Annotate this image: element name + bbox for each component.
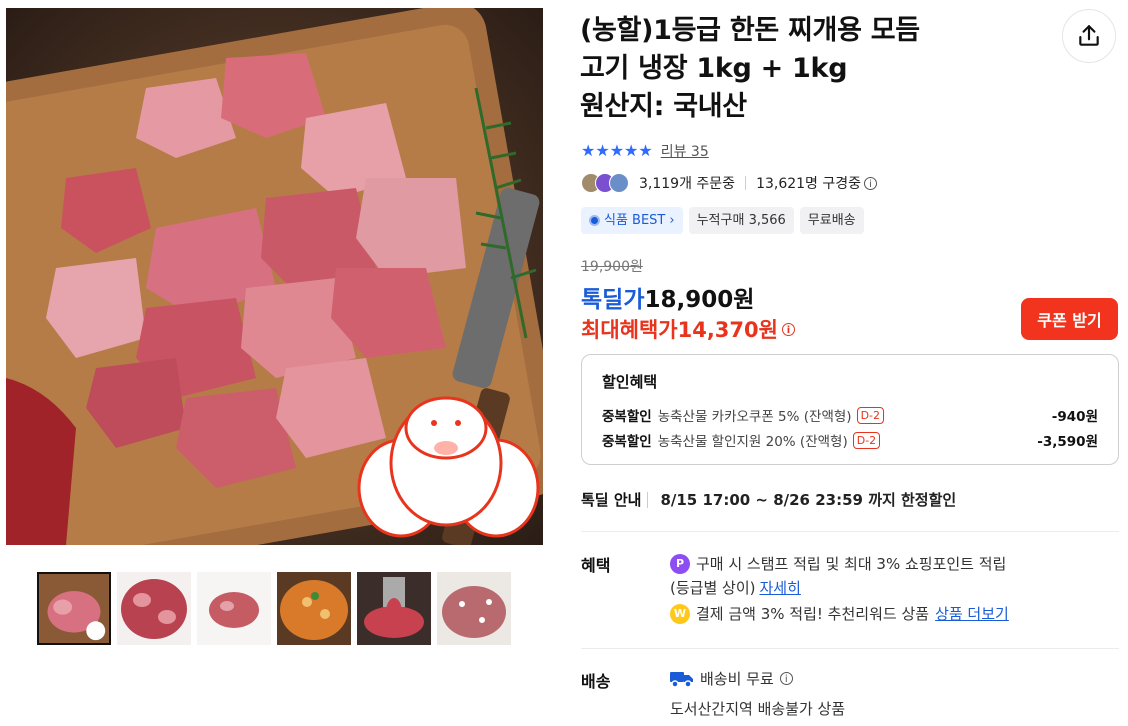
point-coin-icon: P — [670, 553, 690, 574]
divider — [581, 531, 1119, 532]
deal-notice-text: 8/15 17:00 ~ 8/26 23:59 까지 한정할인 — [660, 491, 957, 509]
info-icon[interactable]: i — [779, 672, 793, 685]
benefit-line-1: P 구매 시 스탬프 적립 및 최대 3% 쇼핑포인트 적립 — [670, 553, 1006, 574]
max-benefit-price: 14,370원 — [677, 318, 778, 342]
deal-price: 18,900원 — [644, 287, 755, 313]
info-icon[interactable]: i — [864, 176, 878, 190]
won-coin-icon: W — [670, 603, 690, 624]
shipping-note: 도서산간지역 배송불가 상품 — [670, 700, 846, 718]
thumbnail-1[interactable] — [37, 572, 111, 645]
shipping-fee: 배송비 무료 — [700, 670, 774, 688]
divider — [745, 176, 747, 190]
thumbnail-2[interactable] — [117, 572, 191, 645]
review-link[interactable]: 리뷰 35 — [661, 141, 709, 161]
title-line-1: (농할)1등급 한돈 찌개용 모듬 — [580, 15, 920, 46]
deal-notice-row: 톡딜 안내 8/15 17:00 ~ 8/26 23:59 까지 한정할인 — [581, 489, 956, 510]
dday-badge: D-2 — [852, 431, 881, 449]
title-line-2: 고기 냉장 1kg + 1kg — [580, 53, 848, 84]
star-icon: ★ — [638, 141, 653, 160]
benefits-label: 혜택 — [581, 556, 611, 575]
star-icon: ★ — [609, 141, 625, 160]
benefit-line-2: (등급별 상이) 자세히 — [670, 577, 801, 598]
share-icon — [1079, 25, 1099, 46]
truck-icon — [670, 671, 693, 688]
star-icon: ★ — [624, 141, 639, 160]
discount-type: 중복할인 — [602, 434, 652, 450]
stats-row: 3,119개 주문중 13,621명 구경중 i — [581, 172, 878, 194]
divider — [581, 648, 1119, 649]
deal-label: 톡딜가 — [581, 287, 645, 313]
discount-amount: -3,590원 — [1037, 434, 1098, 450]
details-link[interactable]: 자세히 — [759, 577, 800, 598]
coupon-button[interactable]: 쿠폰 받기 — [1021, 298, 1118, 340]
shipping-fee-row: 배송비 무료 i — [670, 668, 793, 689]
badges-row: 식품 BEST › 누적구매 3,566 무료배송 — [581, 207, 864, 234]
discount-name: 농축산물 할인지원 20% (잔액형) — [657, 434, 848, 450]
divider — [647, 491, 649, 508]
discount-box: 할인혜택 중복할인 농축산물 카카오쿠폰 5% (잔액형) D-2 -940원 … — [581, 354, 1119, 465]
deal-notice-label: 톡딜 안내 — [581, 491, 642, 509]
best-badge-label: 식품 BEST — [604, 213, 666, 228]
discount-type: 중복할인 — [602, 409, 652, 425]
benefit-text-1: 구매 시 스탬프 적립 및 최대 3% 쇼핑포인트 적립 — [696, 555, 1007, 573]
benefit-text-2: (등급별 상이) — [670, 579, 756, 597]
discount-title: 할인혜택 — [602, 373, 658, 391]
viewers-count: 13,621명 구경중 — [756, 176, 862, 192]
discount-item: 중복할인 농축산물 카카오쿠폰 5% (잔액형) D-2 -940원 — [602, 405, 1098, 425]
more-products-link[interactable]: 상품 더보기 — [935, 603, 1009, 624]
max-benefit-row: 최대혜택가 14,370원 i — [581, 314, 795, 344]
main-product-image[interactable] — [6, 8, 543, 545]
title-line-3: 원산지: 국내산 — [580, 91, 747, 122]
discount-name: 농축산물 카카오쿠폰 5% (잔액형) — [657, 409, 852, 425]
discount-amount: -940원 — [1051, 409, 1098, 425]
rating-row: ★ ★ ★ ★ ★ 리뷰 35 — [581, 141, 709, 161]
best-badge[interactable]: 식품 BEST › — [581, 207, 683, 234]
cumulative-purchase-badge: 누적구매 3,566 — [688, 207, 794, 234]
dday-badge: D-2 — [856, 406, 885, 424]
free-shipping-badge: 무료배송 — [799, 207, 864, 234]
max-benefit-label: 최대혜택가 — [581, 318, 678, 342]
best-badge-icon — [589, 215, 600, 226]
benefit-line-3: W 결제 금액 3% 적립! 추천리워드 상품 상품 더보기 — [670, 603, 1009, 624]
thumbnail-6[interactable] — [437, 572, 511, 645]
star-icon: ★ — [595, 141, 610, 160]
product-title: (농할)1등급 한돈 찌개용 모듬 고기 냉장 1kg + 1kg 원산지: 국… — [580, 12, 1020, 126]
avatar — [609, 173, 629, 193]
info-icon[interactable]: i — [781, 322, 795, 336]
benefit-text-3: 결제 금액 3% 적립! 추천리워드 상품 — [696, 605, 930, 623]
thumbnail-5[interactable] — [357, 572, 431, 645]
discount-item: 중복할인 농축산물 할인지원 20% (잔액형) D-2 -3,590원 — [602, 430, 1098, 450]
star-icon: ★ — [581, 141, 596, 160]
original-price: 19,900원 — [581, 259, 643, 275]
deal-price-row: 톡딜가18,900원 — [581, 280, 754, 314]
orders-count: 3,119개 주문중 — [639, 176, 736, 192]
shipping-label: 배송 — [581, 672, 611, 691]
share-button[interactable] — [1062, 9, 1116, 63]
chevron-right-icon: › — [669, 213, 675, 228]
thumbnail-3[interactable] — [197, 572, 271, 645]
thumbnail-4[interactable] — [277, 572, 351, 645]
